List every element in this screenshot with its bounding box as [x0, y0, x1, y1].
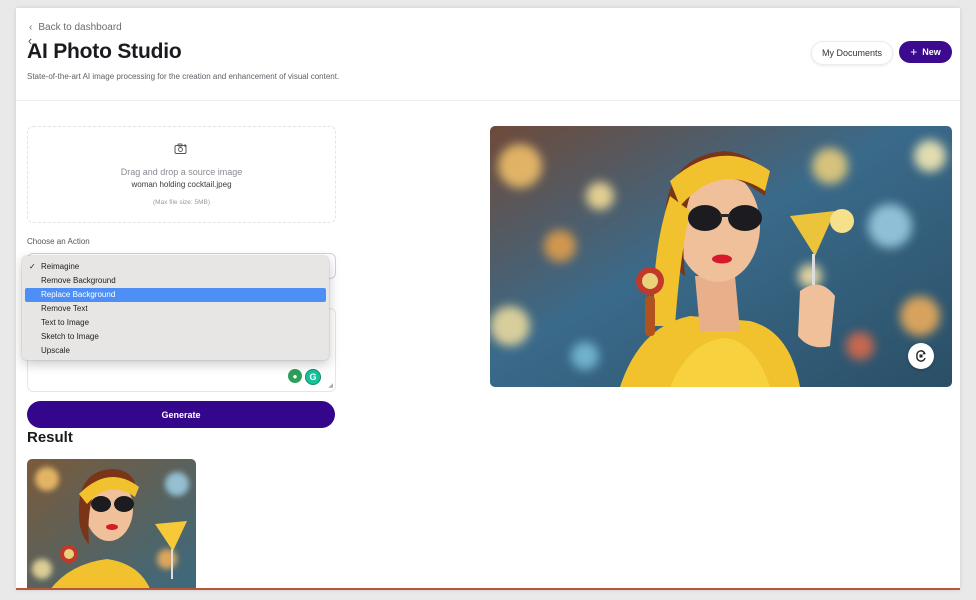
dropzone-instruction: Drag and drop a source image [120, 167, 243, 177]
my-documents-button[interactable]: My Documents [811, 41, 893, 65]
rotate-image-button[interactable] [908, 343, 934, 369]
result-heading: Result [27, 429, 73, 446]
dropdown-option-text-to-image[interactable]: Text to Image [25, 316, 326, 330]
uploaded-file-name: woman holding cocktail.jpeg [131, 180, 232, 189]
back-to-dashboard-link[interactable]: ‹ Back to dashboard [29, 22, 122, 33]
plus-icon: + [910, 45, 918, 59]
extension-icons: ● G [288, 369, 321, 385]
generate-button-label: Generate [161, 409, 201, 420]
lightbulb-icon[interactable]: ● [288, 369, 302, 383]
new-button-label: New [922, 47, 941, 57]
chevron-left-icon: ‹ [29, 22, 33, 33]
grammarly-icon[interactable]: G [305, 369, 321, 385]
dropdown-option-sketch-to-image[interactable]: Sketch to Image [25, 330, 326, 344]
dropdown-option-remove-background[interactable]: Remove Background [25, 274, 326, 288]
source-image-preview [490, 126, 952, 387]
dropdown-option-remove-text[interactable]: Remove Text [25, 302, 326, 316]
page-title: AI Photo Studio [27, 40, 182, 63]
action-label: Choose an Action [27, 237, 90, 246]
my-documents-label: My Documents [821, 48, 883, 58]
image-dropzone[interactable]: Drag and drop a source image woman holdi… [27, 126, 336, 223]
action-dropdown-menu: ✓ Reimagine Remove Background Replace Ba… [22, 256, 329, 360]
max-file-size-note: (Max file size: 5MB) [152, 199, 211, 206]
dropdown-option-upscale[interactable]: Upscale [25, 344, 326, 358]
checkmark-icon: ✓ [29, 262, 36, 271]
bottom-edge-bar [16, 588, 960, 590]
page-subtitle: State-of-the-art AI image processing for… [27, 72, 340, 81]
woman-with-cocktail-image [490, 126, 952, 387]
camera-plus-icon [174, 143, 187, 154]
header-divider [16, 100, 960, 101]
back-link-label: Back to dashboard [38, 22, 122, 33]
generate-button[interactable]: Generate [27, 401, 335, 428]
rotate-icon [916, 350, 926, 362]
resize-grip-icon[interactable]: ◢ [328, 382, 333, 389]
new-button[interactable]: + New [899, 41, 952, 63]
app-window: ‹ ‹ Back to dashboard AI Photo Studio St… [16, 8, 960, 590]
dropdown-option-replace-background[interactable]: Replace Background [25, 288, 326, 302]
result-image [27, 459, 196, 590]
dropdown-option-reimagine[interactable]: ✓ Reimagine [25, 260, 326, 274]
result-image-thumbnail[interactable] [27, 459, 196, 590]
